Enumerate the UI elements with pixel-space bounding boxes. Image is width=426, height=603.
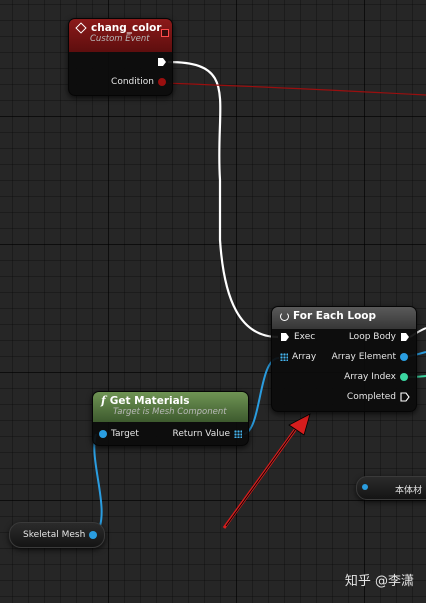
skeletal-mesh-getter[interactable]: Skeletal Mesh: [9, 522, 105, 548]
get-materials-title: Get Materials: [109, 394, 190, 407]
exec-output-pin[interactable]: [157, 57, 167, 67]
object-pin-icon: [362, 484, 368, 490]
custom-event-title: chang_color: [75, 22, 164, 34]
completed-pin[interactable]: Completed: [347, 392, 410, 402]
int-pin-icon: [400, 373, 408, 381]
loop-body-pin[interactable]: Loop Body: [349, 332, 410, 342]
object-pin-icon: [89, 531, 98, 539]
function-icon: f: [101, 394, 106, 407]
skeletal-mesh-output-pin[interactable]: Skeletal Mesh: [23, 530, 98, 540]
get-materials-subtitle: Target is Mesh Component: [113, 407, 227, 417]
array-input-pin[interactable]: Array: [280, 352, 316, 362]
array-index-pin[interactable]: Array Index: [344, 372, 408, 382]
array-element-pin[interactable]: Array Element: [332, 352, 408, 362]
for-each-header: For Each Loop: [272, 307, 416, 329]
material-variable-label: 本体材: [395, 486, 423, 496]
object-pin-icon: [400, 353, 408, 361]
blueprint-graph-canvas[interactable]: chang_color Custom Event Condition For E…: [0, 0, 426, 603]
custom-event-subtitle: Custom Event: [90, 34, 150, 44]
target-input-pin[interactable]: Target: [99, 429, 139, 439]
exec-input-pin[interactable]: Exec: [280, 332, 315, 342]
delegate-pin-icon[interactable]: [161, 29, 169, 37]
for-each-title: For Each Loop: [293, 310, 377, 322]
array-pin-icon: [280, 353, 288, 361]
wires-layer: [93, 60, 426, 536]
skeletal-mesh-wire: [93, 433, 103, 536]
get-materials-header: f Get Materials Target is Mesh Component: [93, 392, 248, 422]
condition-output-pin[interactable]: Condition: [111, 77, 166, 87]
return-value-pin[interactable]: Return Value: [173, 429, 242, 439]
exec-pin-outline-icon: [400, 392, 410, 402]
exec-pin-icon: [401, 333, 409, 341]
loop-icon: [280, 311, 289, 321]
exec-pin-icon: [281, 333, 289, 341]
condition-wire: [161, 82, 426, 96]
bool-pin-icon: [158, 78, 166, 86]
event-diamond-icon: [75, 22, 87, 34]
for-each-loop-node[interactable]: For Each Loop Exec Array Loop Body Array…: [271, 306, 417, 412]
object-pin-icon: [99, 430, 107, 438]
custom-event-node[interactable]: chang_color Custom Event Condition: [68, 18, 173, 96]
material-variable-node[interactable]: 本体材: [356, 476, 426, 500]
exec-pin-icon: [158, 58, 166, 66]
array-pin-icon: [234, 430, 242, 438]
get-materials-node[interactable]: f Get Materials Target is Mesh Component…: [92, 391, 249, 446]
exec-wire: [167, 60, 279, 339]
watermark: 知乎 @李潇: [344, 574, 414, 589]
custom-event-header: chang_color Custom Event: [69, 19, 172, 52]
